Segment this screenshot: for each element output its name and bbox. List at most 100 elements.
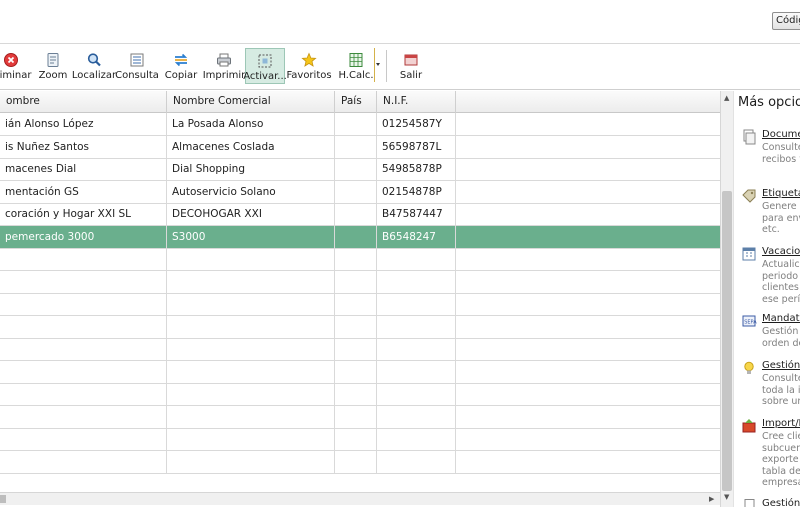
search-button[interactable]: Localizar xyxy=(72,48,116,84)
panel-item-description: Cree clien xyxy=(762,431,800,442)
nombre-comercial-cell xyxy=(167,293,335,315)
table-row[interactable]: macenes Dial Dial Shopping 54985878P xyxy=(0,158,720,181)
table-row[interactable]: is Nuñez Santos Almacenes Coslada 56598787… xyxy=(0,135,720,159)
favorites-label: Favoritos xyxy=(286,70,332,81)
panel-item-title[interactable]: Gestión d xyxy=(762,498,800,507)
panel-item-title[interactable]: Gestión d xyxy=(762,360,800,371)
pais-cell xyxy=(335,315,377,338)
documents-icon xyxy=(743,129,756,145)
document-icon xyxy=(744,499,755,507)
panel-item-title[interactable]: Import/Ex xyxy=(762,418,800,429)
spreadsheet-button[interactable]: H.Calc. xyxy=(338,48,374,84)
horizontal-scroll-thumb[interactable] xyxy=(0,495,6,503)
pais-cell xyxy=(335,338,377,360)
nif-cell: B47587447 xyxy=(377,203,456,225)
exit-button[interactable]: Salir xyxy=(397,48,425,84)
favorites-button[interactable]: Favoritos xyxy=(286,48,332,84)
empty-row[interactable] xyxy=(0,315,720,339)
delete-icon xyxy=(4,53,18,67)
exit-icon xyxy=(404,54,418,66)
pais-cell xyxy=(335,135,377,158)
nif-cell xyxy=(377,360,456,383)
empty-row[interactable] xyxy=(0,338,720,361)
empty-row[interactable] xyxy=(0,383,720,406)
nombre-cell xyxy=(0,338,167,360)
nombre-cell xyxy=(0,383,167,405)
panel-item-title[interactable]: Vacacion xyxy=(762,246,800,257)
panel-item-description: para enví xyxy=(762,212,800,224)
horizontal-scrollbar[interactable]: ▶ xyxy=(0,492,720,505)
print-button[interactable]: Imprimir xyxy=(203,48,245,84)
column-header-nombre-comercial[interactable]: Nombre Comercial xyxy=(167,91,335,113)
panel-item-description: etc. xyxy=(762,224,780,235)
toolbar-separator xyxy=(386,50,387,82)
empty-row[interactable] xyxy=(0,405,720,429)
nombre-comercial-cell xyxy=(167,428,335,450)
filler-cell xyxy=(456,428,720,450)
panel-item-description: Genere et xyxy=(762,201,800,212)
scroll-down-icon[interactable]: ▼ xyxy=(724,493,729,501)
pais-cell xyxy=(335,383,377,405)
table-row[interactable]: mentación GS Autoservicio Solano 02154878P xyxy=(0,180,720,204)
panel-item-description: tabla de s xyxy=(762,465,800,477)
vertical-scrollbar[interactable]: ▲ ▼ xyxy=(720,91,733,507)
nombre-cell: macenes Dial xyxy=(0,158,167,180)
spreadsheet-label: H.Calc. xyxy=(338,70,374,81)
panel-item-description: Consulte t xyxy=(762,142,800,153)
panel-item-description: Gestión m xyxy=(762,326,799,337)
panel-item-description: Actualice xyxy=(762,259,800,270)
panel-item-title[interactable]: Document xyxy=(762,129,800,140)
codigo-button[interactable]: Códig xyxy=(772,12,800,30)
activate-button[interactable]: Activar... xyxy=(243,48,287,84)
vertical-scroll-thumb[interactable] xyxy=(722,191,732,491)
nif-cell xyxy=(377,383,456,405)
table-row[interactable]: coración y Hogar XXI SL DECOHOGAR XXI B475… xyxy=(0,203,720,226)
empty-row[interactable] xyxy=(0,428,720,451)
scroll-up-icon[interactable]: ▲ xyxy=(724,94,729,102)
filler-cell xyxy=(456,451,720,473)
filler-cell xyxy=(456,136,720,158)
nif-cell: 54985878P xyxy=(377,158,456,180)
nif-cell: 56598787L xyxy=(377,135,456,158)
zoom-button[interactable]: Zoom xyxy=(38,48,68,84)
query-button[interactable]: Consulta xyxy=(115,48,159,84)
query-icon xyxy=(130,53,144,67)
pais-cell xyxy=(335,225,377,248)
empty-row[interactable] xyxy=(0,293,720,316)
activate-icon xyxy=(258,54,272,68)
empty-row[interactable] xyxy=(0,248,720,271)
copy-button[interactable]: Copiar xyxy=(164,48,198,84)
table-row[interactable]: pemercado 3000 S3000 B6548247 xyxy=(0,225,720,249)
column-header-pais[interactable]: País xyxy=(335,91,377,113)
pais-cell xyxy=(335,203,377,225)
nombre-cell: is Nuñez Santos xyxy=(0,135,167,158)
scroll-right-icon[interactable]: ▶ xyxy=(709,495,714,503)
empty-row[interactable] xyxy=(0,450,720,474)
exit-label: Salir xyxy=(399,70,423,81)
delete-button[interactable]: Eliminar xyxy=(0,48,32,84)
filler-cell xyxy=(456,181,720,203)
sepa-icon: SEPA xyxy=(742,315,757,327)
nif-cell: 01254587Y xyxy=(377,113,456,135)
panel-item-description: periodo d xyxy=(762,270,799,282)
import-export-icon xyxy=(742,419,756,433)
nif-cell xyxy=(377,450,456,473)
nombre-cell: coración y Hogar XXI SL xyxy=(0,203,167,225)
nif-cell: 02154878P xyxy=(377,180,456,203)
nif-cell xyxy=(377,428,456,450)
column-header-nombre[interactable]: ombre xyxy=(0,91,167,113)
toolbar: Eliminar Zoom Localizar Consulta Copiar xyxy=(0,44,800,90)
zoom-label: Zoom xyxy=(38,70,68,81)
panel-item-title[interactable]: Mandatos xyxy=(762,313,800,324)
pais-cell xyxy=(335,270,377,293)
spreadsheet-dropdown-icon[interactable] xyxy=(374,48,382,82)
nombre-comercial-cell: La Posada Alonso xyxy=(167,113,335,135)
empty-row[interactable] xyxy=(0,270,720,294)
nombre-comercial-cell xyxy=(167,338,335,360)
empty-row[interactable] xyxy=(0,360,720,384)
column-header-nif[interactable]: N.I.F. xyxy=(377,91,456,113)
table-row[interactable]: ián Alonso López La Posada Alonso 01254587… xyxy=(0,113,720,136)
panel-item-title[interactable]: Etiquetas xyxy=(762,188,800,199)
nombre-comercial-cell: S3000 xyxy=(167,225,335,248)
nif-cell xyxy=(377,315,456,338)
